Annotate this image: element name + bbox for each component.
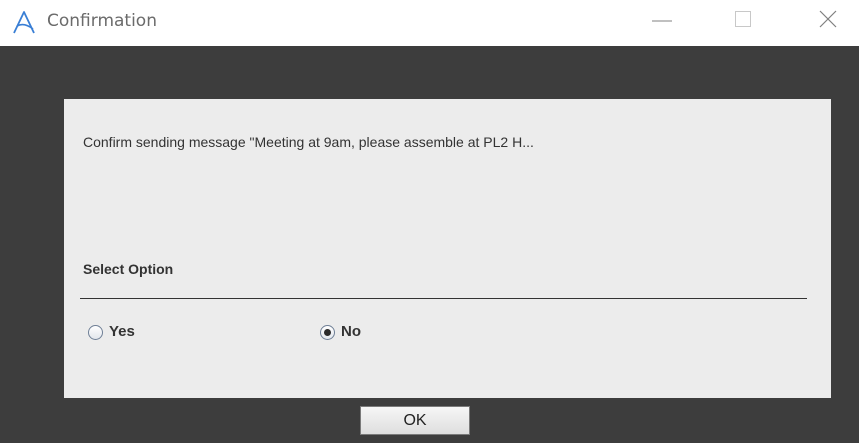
select-option-label: Select Option <box>83 261 174 277</box>
confirmation-message: Confirm sending message "Meeting at 9am,… <box>83 134 534 150</box>
radio-label-no: No <box>341 323 361 340</box>
window-title: Confirmation <box>47 11 157 31</box>
dialog-content-area: Confirm sending message "Meeting at 9am,… <box>0 46 859 443</box>
radio-selected-dot <box>324 328 331 336</box>
radio-label-yes: Yes <box>109 323 135 340</box>
confirmation-window: Confirmation Confirm sending message "Me… <box>0 0 859 443</box>
maximize-button[interactable] <box>716 0 766 40</box>
section-separator <box>80 298 807 299</box>
maximize-icon <box>735 11 751 27</box>
dialog-panel: Confirm sending message "Meeting at 9am,… <box>64 99 831 398</box>
minimize-icon <box>652 20 672 22</box>
ok-button[interactable]: OK <box>360 406 470 435</box>
app-logo-icon <box>11 9 37 35</box>
minimize-button[interactable] <box>637 0 687 40</box>
radio-unchecked-icon[interactable] <box>88 324 103 340</box>
close-button[interactable] <box>799 0 849 40</box>
title-bar[interactable]: Confirmation <box>0 0 859 46</box>
radio-option-no[interactable]: No <box>320 322 361 342</box>
close-icon <box>819 10 837 28</box>
radio-option-yes[interactable]: Yes <box>88 322 135 342</box>
radio-checked-icon[interactable] <box>320 324 335 340</box>
